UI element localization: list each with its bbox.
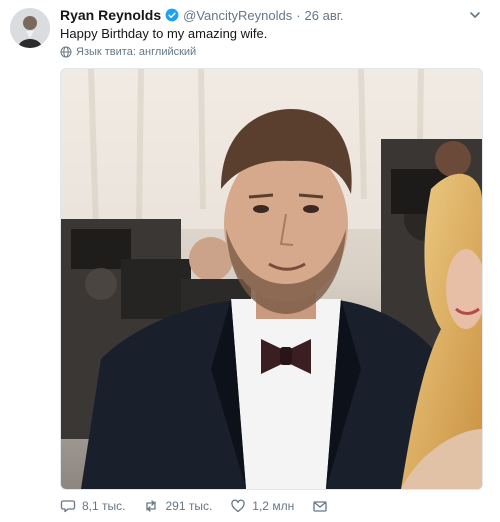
reply-icon [60, 498, 76, 514]
direct-message-button[interactable] [312, 498, 328, 514]
separator-dot: · [296, 7, 301, 23]
like-count: 1,2 млн [252, 499, 295, 513]
like-button[interactable]: 1,2 млн [230, 498, 294, 514]
author-name[interactable]: Ryan Reynolds [60, 7, 161, 23]
reply-count: 8,1 тыс. [82, 499, 126, 513]
language-note[interactable]: Язык твита: английский [60, 45, 196, 59]
retweet-icon [143, 498, 159, 514]
avatar[interactable] [10, 8, 50, 48]
tweet: Ryan Reynolds @VancityReynolds · 26 авг.… [0, 0, 500, 522]
language-note-text: Язык твита: английский [76, 46, 197, 58]
tweet-header: Ryan Reynolds @VancityReynolds · 26 авг. [60, 6, 460, 24]
retweet-button[interactable]: 291 тыс. [143, 498, 212, 514]
tweet-date[interactable]: 26 авг. [305, 8, 344, 23]
tweet-photo[interactable] [60, 68, 483, 490]
retweet-count: 291 тыс. [165, 499, 213, 513]
globe-icon [60, 46, 72, 58]
reply-button[interactable]: 8,1 тыс. [60, 498, 125, 514]
tweet-actions: 8,1 тыс. 291 тыс. 1,2 млн [60, 494, 328, 518]
tweet-text: Happy Birthday to my amazing wife. [60, 26, 268, 41]
chevron-down-icon[interactable] [466, 6, 484, 24]
like-icon [230, 498, 246, 514]
author-handle[interactable]: @VancityReynolds [183, 8, 292, 23]
verified-badge-icon [165, 8, 179, 22]
message-icon [312, 498, 328, 514]
